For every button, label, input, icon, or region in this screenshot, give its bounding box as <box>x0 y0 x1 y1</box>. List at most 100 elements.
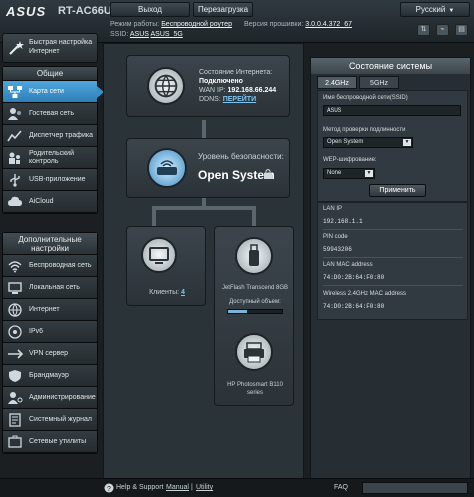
printer-name: HP Photosmart B110 series <box>227 382 283 396</box>
firmware-version: Версия прошивки: 3.0.0.4.372_67 <box>244 21 353 28</box>
tools-icon <box>8 435 22 448</box>
wireless-mac-label: Wireless 2.4GHz MAC address <box>323 291 407 297</box>
lock-icon <box>264 169 272 179</box>
usb-space-fill <box>228 310 247 313</box>
tab-5ghz[interactable]: 5GHz <box>359 76 399 89</box>
general-menu: Общие Карта сети Гостевая сеть Диспетчер… <box>2 66 104 214</box>
sidebar-item-vpn[interactable]: VPN сервер <box>3 343 97 365</box>
wireless-icon <box>8 260 22 272</box>
clients-count[interactable]: 4 <box>181 289 185 296</box>
wire-bus <box>152 206 256 210</box>
auth-label: Метод проверки подлинности <box>323 127 406 133</box>
clients-circle <box>141 237 177 273</box>
guest-network-icon <box>8 107 21 120</box>
ssid-line: SSID: ASUS ASUS_5G <box>110 31 183 38</box>
clients-count-block: Клиенты: 4 <box>149 289 185 296</box>
sidebar-item-lan[interactable]: Локальная сеть <box>3 277 97 299</box>
help-support-label: Help & Support <box>116 484 164 491</box>
router-icon <box>157 160 177 175</box>
router-circle <box>147 148 187 188</box>
quick-internet-setup-button[interactable]: Быстрая настройка Интернет <box>2 33 98 63</box>
sidebar-item-syslog[interactable]: Системный журнал <box>3 409 97 431</box>
chevron-down-icon: ▼ <box>365 170 373 177</box>
firewall-icon <box>9 369 21 382</box>
faq-search-input[interactable] <box>362 482 468 494</box>
system-status-title: Состояние системы <box>311 58 470 74</box>
usb-device-name: JetFlash Transcend 8GB <box>221 285 289 291</box>
ssid-label: Имя беспроводной сети(SSID) <box>323 95 408 101</box>
wire-internet-router <box>202 120 206 138</box>
language-label: Русский <box>415 5 446 14</box>
status-icons: ⇅ ⌁ ▤ <box>417 24 468 36</box>
language-select[interactable]: Русский ▼ <box>400 2 470 17</box>
divider <box>323 229 463 230</box>
tab-2-4ghz[interactable]: 2.4GHz <box>317 76 357 89</box>
printer-circle[interactable] <box>235 333 273 371</box>
sidebar-item-ipv6[interactable]: IPv6 <box>3 321 97 343</box>
ssid-5-link[interactable]: ASUS_5G <box>150 31 182 38</box>
usb-status-icon[interactable]: ⌁ <box>436 24 449 36</box>
wan-ip: 192.168.66.244 <box>227 87 277 94</box>
aicloud-icon <box>8 196 22 206</box>
usb-space-label: Доступный объем: <box>229 299 281 305</box>
operation-mode-link[interactable]: Беспроводной роутер <box>161 21 232 28</box>
help-icon: ? <box>104 483 114 493</box>
wep-label: WEP-шифрование: <box>323 157 377 163</box>
lan-icon <box>8 281 22 294</box>
wireless-mac-value: 74:D0:2B:64:F0:80 <box>323 303 385 310</box>
security-label: Уровень безопасности: <box>198 152 284 161</box>
firmware-link[interactable]: 3.0.0.4.372_67 <box>305 21 352 28</box>
router-model: RT-AC66U <box>58 5 112 17</box>
divider <box>323 285 463 286</box>
lan-ip-label: LAN IP <box>323 206 343 212</box>
sidebar-item-administration[interactable]: Администрирование <box>3 387 97 409</box>
chevron-down-icon: ▼ <box>403 139 411 146</box>
logout-button[interactable]: Выход <box>110 2 190 17</box>
wan-status-icon[interactable]: ⇅ <box>417 24 430 36</box>
utility-link[interactable]: Utility <box>196 484 213 491</box>
advanced-title: Дополнительные настройки <box>3 233 97 255</box>
wep-select[interactable]: None ▼ <box>323 168 375 179</box>
printer-status-icon[interactable]: ▤ <box>455 24 468 36</box>
chevron-down-icon: ▼ <box>448 8 455 14</box>
footer: ? Help & Support Manual | Utility FAQ <box>0 478 474 497</box>
sidebar-item-wireless[interactable]: Беспроводная сеть <box>3 255 97 277</box>
ssid-input[interactable]: ASUS <box>323 105 461 116</box>
router-info-box: LAN IP 192.168.1.1 PIN code 59943206 LAN… <box>317 202 468 320</box>
sidebar-item-guest-network[interactable]: Гостевая сеть <box>3 103 97 125</box>
wand-icon <box>9 41 24 55</box>
sidebar-item-network-map[interactable]: Карта сети <box>3 81 104 103</box>
sidebar-item-usb-app[interactable]: USB-приложение <box>3 169 97 191</box>
lan-ip-value: 192.168.1.1 <box>323 218 363 225</box>
sidebar-item-traffic-manager[interactable]: Диспетчер трафика <box>3 125 97 147</box>
divider <box>323 257 463 258</box>
printer-icon <box>244 342 264 363</box>
general-title: Общие <box>3 67 97 81</box>
monitor-icon <box>149 247 169 264</box>
reboot-button[interactable]: Перезагрузка <box>193 2 253 17</box>
admin-icon <box>8 391 23 404</box>
clients-card[interactable]: Клиенты: 4 <box>126 226 206 306</box>
vpn-icon <box>8 348 23 359</box>
sidebar-item-parental-control[interactable]: Родительский контроль <box>3 147 97 169</box>
usb-devices-card: JetFlash Transcend 8GB Доступный объем: … <box>214 226 294 406</box>
wire-clients <box>152 206 156 228</box>
ssid-24-link[interactable]: ASUS <box>130 31 149 38</box>
internet-status: Подключено <box>199 78 243 85</box>
sidebar-item-aicloud[interactable]: AiCloud <box>3 191 97 213</box>
apply-button[interactable]: Применить <box>369 184 426 197</box>
wire-usb <box>252 206 256 228</box>
svg-text:?: ? <box>107 486 111 493</box>
lan-mac-value: 74:D0:2B:64:F0:80 <box>323 274 385 281</box>
ddns-link[interactable]: ПЕРЕЙТИ <box>223 96 256 103</box>
lan-mac-label: LAN MAC address <box>323 262 373 268</box>
usb-circle[interactable] <box>235 237 273 275</box>
sidebar-item-wan[interactable]: Интернет <box>3 299 97 321</box>
faq-label: FAQ <box>334 484 349 491</box>
manual-link[interactable]: Manual <box>166 484 189 491</box>
auth-select[interactable]: Open System ▼ <box>323 137 413 148</box>
sidebar-item-network-tools[interactable]: Сетевые утилиты <box>3 431 97 453</box>
pin-value: 59943206 <box>323 246 352 253</box>
ipv6-icon <box>8 324 22 339</box>
sidebar-item-firewall[interactable]: Брандмауэр <box>3 365 97 387</box>
